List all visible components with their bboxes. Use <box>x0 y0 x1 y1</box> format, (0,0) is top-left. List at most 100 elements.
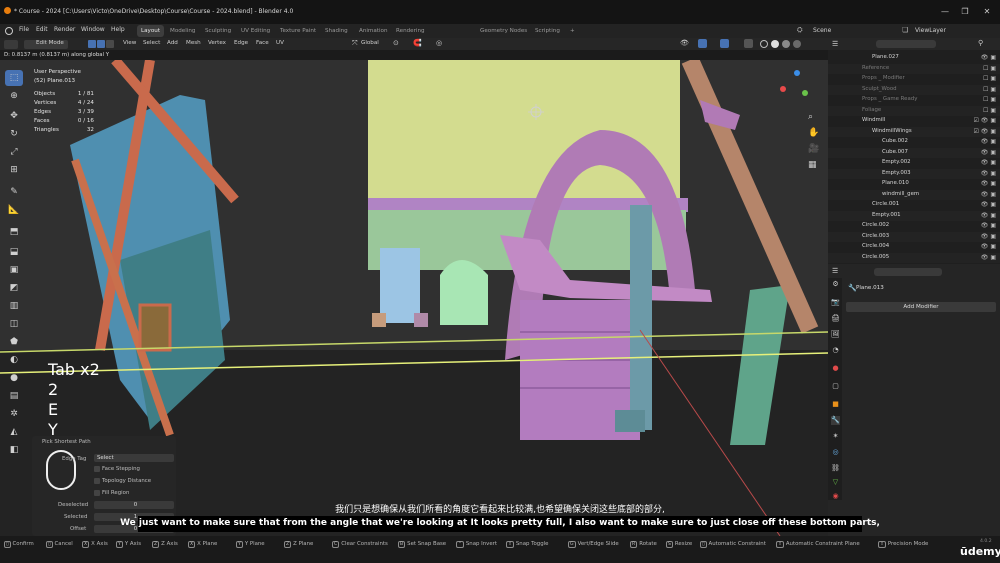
menu-edge[interactable]: Edge <box>234 40 248 46</box>
scene-tab-icon[interactable]: ◔ <box>831 346 840 355</box>
overlay-toggle-icon[interactable] <box>720 39 729 48</box>
menu-face[interactable]: Face <box>256 40 269 46</box>
menu-window[interactable]: Window <box>81 26 105 33</box>
menu-view[interactable]: View <box>123 40 136 46</box>
proportional-edit-icon[interactable]: ◎ <box>436 39 442 47</box>
view-layer-selector[interactable]: ViewLayer <box>915 27 946 34</box>
material-tab-icon[interactable]: ◉ <box>831 492 840 501</box>
scale-tool-icon[interactable]: ⤢ <box>5 144 23 160</box>
editor-type-dropdown[interactable] <box>4 39 18 49</box>
edge-tag-dropdown[interactable]: Select <box>94 454 174 462</box>
pivot-icon[interactable]: ⊙ <box>393 39 399 47</box>
properties-editor-icon[interactable]: ☰ <box>832 267 838 275</box>
constraints-tab-icon[interactable]: ⛓ <box>831 464 840 473</box>
tab-animation[interactable]: Animation <box>355 25 392 37</box>
outliner-row[interactable]: Empty.001 👁 ▣ <box>828 210 1000 221</box>
filter-icon[interactable]: ⚲ <box>978 39 983 47</box>
outliner-row[interactable]: Empty.002 👁 ▣ <box>828 158 1000 168</box>
tab-shading[interactable]: Shading <box>321 25 352 37</box>
spin-tool-icon[interactable]: ◐ <box>5 352 23 368</box>
tab-scripting[interactable]: Scripting <box>531 25 564 37</box>
object-tab-icon[interactable]: ■ <box>831 400 840 409</box>
edge-select-mode-icon[interactable] <box>97 40 105 48</box>
properties-search-input[interactable] <box>874 268 942 276</box>
outliner-row[interactable]: Circle.004 👁 ▣ <box>828 242 1000 252</box>
rip-tool-icon[interactable]: ◧ <box>5 442 23 458</box>
tab-layout[interactable]: Layout <box>137 25 165 37</box>
add-modifier-button[interactable]: Add Modifier <box>846 302 996 312</box>
tab-texture-paint[interactable]: Texture Paint <box>276 25 320 37</box>
tab-uv-editing[interactable]: UV Editing <box>237 25 274 37</box>
annotate-tool-icon[interactable]: ✎ <box>5 184 23 200</box>
outliner-row[interactable]: Circle.002 👁 ▣ <box>828 221 1000 231</box>
operator-panel-title[interactable]: Pick Shortest Path <box>42 439 91 445</box>
tab-geometry-nodes[interactable]: Geometry Nodes <box>476 25 531 37</box>
tab-rendering[interactable]: Rendering <box>392 25 429 37</box>
physics-tab-icon[interactable]: ◎ <box>831 448 840 457</box>
menu-vertex[interactable]: Vertex <box>208 40 226 46</box>
rotate-tool-icon[interactable]: ↻ <box>5 126 23 142</box>
extrude-tool-icon[interactable]: ⬓ <box>5 244 23 260</box>
loop-cut-tool-icon[interactable]: ▥ <box>5 298 23 314</box>
close-button[interactable]: ✕ <box>980 6 994 18</box>
cursor-tool-icon[interactable]: ⊕ <box>5 88 23 104</box>
outliner-search-input[interactable] <box>876 40 936 48</box>
pan-hand-icon[interactable]: ✋ <box>808 128 819 138</box>
outliner-row[interactable]: Cube.007 👁 ▣ <box>828 147 1000 158</box>
menu-edit[interactable]: Edit <box>36 26 48 33</box>
scene-selector[interactable]: Scene <box>813 27 831 34</box>
world-tab-icon[interactable]: ● <box>831 364 840 373</box>
bevel-tool-icon[interactable]: ◩ <box>5 280 23 296</box>
gizmo-y-axis[interactable] <box>802 90 808 96</box>
transform-orientation-dropdown[interactable]: Global <box>361 40 379 46</box>
outliner-row[interactable]: Sculpt_Wood ☐ ▣ <box>828 84 1000 95</box>
measure-tool-icon[interactable]: 📐 <box>5 202 23 218</box>
move-tool-icon[interactable]: ✥ <box>5 108 23 124</box>
outliner-row[interactable]: Plane.010 👁 ▣ <box>828 179 1000 189</box>
outliner-row[interactable]: Windmill ☑ 👁 ▣ <box>828 116 1000 126</box>
xray-toggle-icon[interactable] <box>744 39 753 48</box>
tab-sculpting[interactable]: Sculpting <box>201 25 235 37</box>
select-box-tool-icon[interactable]: ⬚ <box>5 70 23 86</box>
wireframe-shading-icon[interactable] <box>760 40 768 48</box>
outliner-row[interactable]: Props _ Modifier ☐ ▣ <box>828 74 1000 84</box>
menu-uv[interactable]: UV <box>276 40 284 46</box>
smooth-tool-icon[interactable]: ● <box>5 370 23 386</box>
outliner-row[interactable]: Circle.003 👁 ▣ <box>828 231 1000 242</box>
outliner-row[interactable]: Circle.001 👁 ▣ <box>828 200 1000 210</box>
knife-tool-icon[interactable]: ◫ <box>5 316 23 332</box>
poly-build-tool-icon[interactable]: ⬟ <box>5 334 23 350</box>
outliner-row[interactable]: Empty.003 👁 ▣ <box>828 168 1000 179</box>
maximize-button[interactable]: ❐ <box>958 6 972 18</box>
face-select-mode-icon[interactable] <box>106 40 114 48</box>
output-tab-icon[interactable]: 🖨 <box>831 314 840 323</box>
particles-tab-icon[interactable]: ✶ <box>831 432 840 441</box>
gizmo-z-axis[interactable] <box>794 70 800 76</box>
render-tab-icon[interactable]: 📷 <box>831 298 840 307</box>
outliner-row[interactable]: Circle.005 👁 ▣ <box>828 252 1000 263</box>
add-workspace-button[interactable]: + <box>566 25 579 37</box>
outliner-row[interactable]: Cube.002 👁 ▣ <box>828 137 1000 147</box>
edge-slide-tool-icon[interactable]: ▤ <box>5 388 23 404</box>
tool-tab-icon[interactable]: ⚙ <box>831 280 840 289</box>
collection-tab-icon[interactable]: ▢ <box>831 382 840 391</box>
shrink-tool-icon[interactable]: ✲ <box>5 406 23 422</box>
blender-menu-icon[interactable] <box>5 27 13 35</box>
menu-mesh[interactable]: Mesh <box>186 40 201 46</box>
shear-tool-icon[interactable]: ◭ <box>5 424 23 440</box>
perspective-toggle-icon[interactable]: ▦ <box>808 160 817 170</box>
visibility-icon[interactable]: 👁 <box>680 39 689 47</box>
rendered-shading-icon[interactable] <box>793 40 801 48</box>
outliner-row[interactable]: windmill_gem 👁 ▣ <box>828 189 1000 200</box>
navigation-gizmo[interactable] <box>776 68 816 108</box>
menu-help[interactable]: Help <box>111 26 125 33</box>
view-layer-tab-icon[interactable]: 🖼 <box>831 330 840 339</box>
outliner-row[interactable]: WindmillWings ☑ 👁 ▣ <box>828 126 1000 137</box>
menu-select[interactable]: Select <box>143 40 160 46</box>
topology-distance-checkbox[interactable] <box>94 478 100 484</box>
menu-add[interactable]: Add <box>167 40 178 46</box>
modifier-tab-icon[interactable]: 🔧 <box>831 416 840 425</box>
outliner-row[interactable]: Plane.027 👁 ▣ <box>828 53 1000 63</box>
vertex-select-mode-icon[interactable] <box>88 40 96 48</box>
gizmo-x-axis[interactable] <box>780 86 786 92</box>
